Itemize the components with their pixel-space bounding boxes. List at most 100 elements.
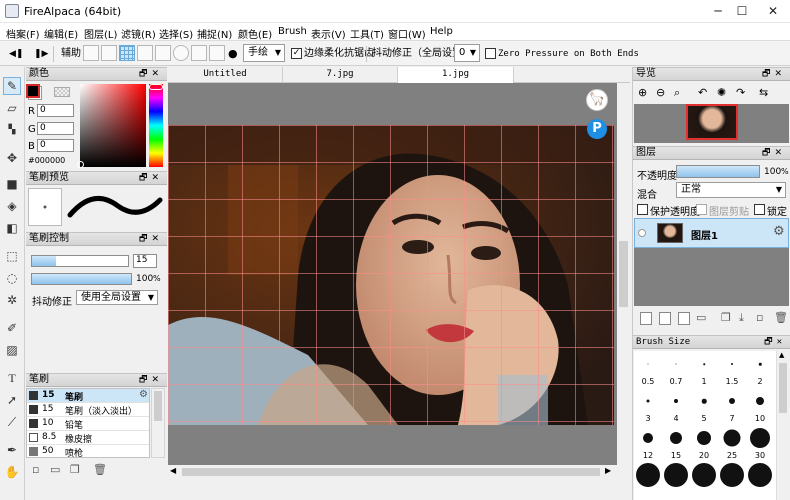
select-eraser-icon[interactable]: ▨: [3, 341, 21, 359]
rotate-left-icon[interactable]: ↶: [698, 86, 707, 99]
tab-1-jpg[interactable]: 1.jpg: [398, 67, 514, 83]
duplicate-layer-icon[interactable]: ❐: [721, 311, 731, 324]
folder-icon[interactable]: ▭: [50, 463, 60, 476]
redo-icon[interactable]: ❚▶: [34, 46, 48, 62]
new-brush-icon[interactable]: ▫: [32, 463, 39, 476]
panel-controls-icon[interactable]: 🗗✕: [139, 172, 163, 184]
brush-size-cell[interactable]: 25: [718, 425, 746, 462]
magic-wand-icon[interactable]: ✲: [3, 291, 21, 309]
brush-size-slider[interactable]: [31, 255, 129, 267]
transparent-color-icon[interactable]: [54, 87, 70, 97]
blend-mode-select[interactable]: 正常 ▼: [676, 182, 786, 198]
dot-tool-icon[interactable]: ▚: [3, 121, 21, 139]
menu-view[interactable]: 表示(V): [307, 25, 350, 42]
lock-checkbox[interactable]: [754, 204, 765, 215]
snap-3d-icon[interactable]: [209, 45, 225, 61]
brush-stabilizer-select[interactable]: 使用全局设置 ▼: [76, 290, 158, 305]
zoom-out-icon[interactable]: ⊖: [656, 86, 665, 99]
new-1bit-layer-icon[interactable]: [678, 312, 690, 325]
divide-tool-icon[interactable]: ⟋: [3, 413, 21, 431]
lasso-tool-icon[interactable]: ◌: [3, 269, 21, 287]
canvas-horizontal-scrollbar[interactable]: ◀ ▶: [168, 465, 617, 479]
tab-7-jpg[interactable]: 7.jpg: [283, 67, 398, 83]
layer-folder-icon[interactable]: ▭: [696, 311, 706, 324]
operation-tool-icon[interactable]: ➚: [3, 391, 21, 409]
brush-size-cell[interactable]: 4: [662, 388, 690, 425]
brush-list-item[interactable]: 15 笔刷 ⚙: [27, 389, 149, 403]
move-tool-icon[interactable]: ✥: [3, 149, 21, 167]
photo-canvas[interactable]: [168, 125, 614, 425]
new-8bit-layer-icon[interactable]: [659, 312, 671, 325]
select-pen-icon[interactable]: ✐: [3, 319, 21, 337]
gradient-tool-icon[interactable]: ◧: [3, 219, 21, 237]
undo-icon[interactable]: ◀❚: [9, 46, 23, 62]
snap-parallel-icon[interactable]: [101, 45, 117, 61]
pen-tool-icon[interactable]: ✎: [3, 77, 21, 95]
delete-layer-icon[interactable]: 🗑: [774, 311, 788, 324]
layer-name[interactable]: 图层1: [691, 227, 718, 242]
panel-controls-icon[interactable]: 🗗✕: [139, 233, 163, 245]
scroll-left-icon[interactable]: ◀: [170, 466, 176, 475]
brush-size-cell[interactable]: [746, 462, 774, 499]
panel-controls-icon[interactable]: 🗗✕: [139, 374, 163, 386]
alpaca-mascot-icon[interactable]: 🦙: [586, 89, 608, 111]
brush-mode-select[interactable]: 手绘 ▼: [243, 44, 285, 62]
antialias-checkbox[interactable]: ✓: [291, 48, 302, 59]
rotate-right-icon[interactable]: ↷: [736, 86, 745, 99]
duplicate-icon[interactable]: ❐: [70, 463, 80, 476]
brush-size-cell[interactable]: [634, 462, 662, 499]
layer-row[interactable]: 图层1 ⚙: [634, 218, 789, 248]
menu-help[interactable]: Help: [426, 25, 457, 38]
primary-color-swatch[interactable]: [26, 84, 40, 98]
brush-size-cell[interactable]: 3: [634, 388, 662, 425]
color-picker-handle[interactable]: [77, 161, 84, 168]
brush-opacity-slider[interactable]: [31, 273, 132, 285]
menu-color[interactable]: 颜色(E): [234, 25, 276, 42]
eraser-tool-icon[interactable]: ▱: [3, 99, 21, 117]
navigator-preview[interactable]: [634, 104, 789, 143]
brush-size-cell[interactable]: [662, 462, 690, 499]
gear-icon[interactable]: ⚙: [139, 389, 148, 400]
snap-circle-icon[interactable]: [173, 45, 189, 61]
gear-icon[interactable]: ⚙: [773, 224, 785, 239]
scrollbar-thumb[interactable]: [779, 363, 787, 413]
brush-size-cell[interactable]: 2: [746, 351, 774, 388]
brush-size-cell[interactable]: [718, 462, 746, 499]
brush-size-cell[interactable]: [690, 462, 718, 499]
snap-curve-icon[interactable]: [191, 45, 207, 61]
stabilizer-select[interactable]: 0 ▼: [454, 44, 480, 62]
protect-alpha-checkbox[interactable]: [637, 204, 648, 215]
panel-controls-icon[interactable]: 🗗✕: [762, 147, 786, 159]
hue-handle[interactable]: [149, 84, 163, 90]
menu-select[interactable]: 选择(S): [155, 25, 197, 42]
brush-size-cell[interactable]: 0.5: [634, 351, 662, 388]
panel-controls-icon[interactable]: 🗗✕: [762, 68, 786, 80]
menu-brush[interactable]: Brush: [274, 25, 311, 38]
brush-size-cell[interactable]: 0.7: [662, 351, 690, 388]
brush-size-cell[interactable]: 20: [690, 425, 718, 462]
bucket-tool-icon[interactable]: ◈: [3, 197, 21, 215]
zero-pressure-checkbox[interactable]: [485, 48, 496, 59]
menu-tools[interactable]: 工具(T): [346, 25, 388, 42]
brush-size-cell[interactable]: 1.5: [718, 351, 746, 388]
canvas-area[interactable]: 🦙 P: [168, 83, 630, 465]
panel-controls-icon[interactable]: 🗗✕: [139, 68, 163, 80]
rotate-reset-icon[interactable]: ✺: [717, 86, 726, 99]
text-tool-icon[interactable]: T: [3, 369, 21, 387]
brush-list-item[interactable]: 15 笔刷（淡入淡出）: [27, 403, 149, 417]
canvas-vertical-scrollbar[interactable]: [617, 83, 630, 465]
snap-settings-icon[interactable]: ●: [228, 46, 238, 62]
brush-size-cell[interactable]: 7: [718, 388, 746, 425]
hue-slider[interactable]: [149, 84, 163, 167]
flip-icon[interactable]: ⇆: [759, 86, 768, 99]
brush-size-input[interactable]: 15: [133, 254, 157, 268]
b-input[interactable]: 0: [37, 139, 74, 152]
scroll-up-icon[interactable]: ▲: [779, 351, 784, 359]
menu-layer[interactable]: 图层(L): [80, 25, 121, 42]
tab-untitled[interactable]: Untitled: [168, 67, 283, 83]
brush-list-scrollbar[interactable]: [151, 388, 165, 458]
r-input[interactable]: 0: [37, 104, 74, 117]
brush-size-cell[interactable]: 5: [690, 388, 718, 425]
brush-list-item[interactable]: 10 铅笔: [27, 417, 149, 431]
close-button[interactable]: ✕: [755, 0, 790, 23]
